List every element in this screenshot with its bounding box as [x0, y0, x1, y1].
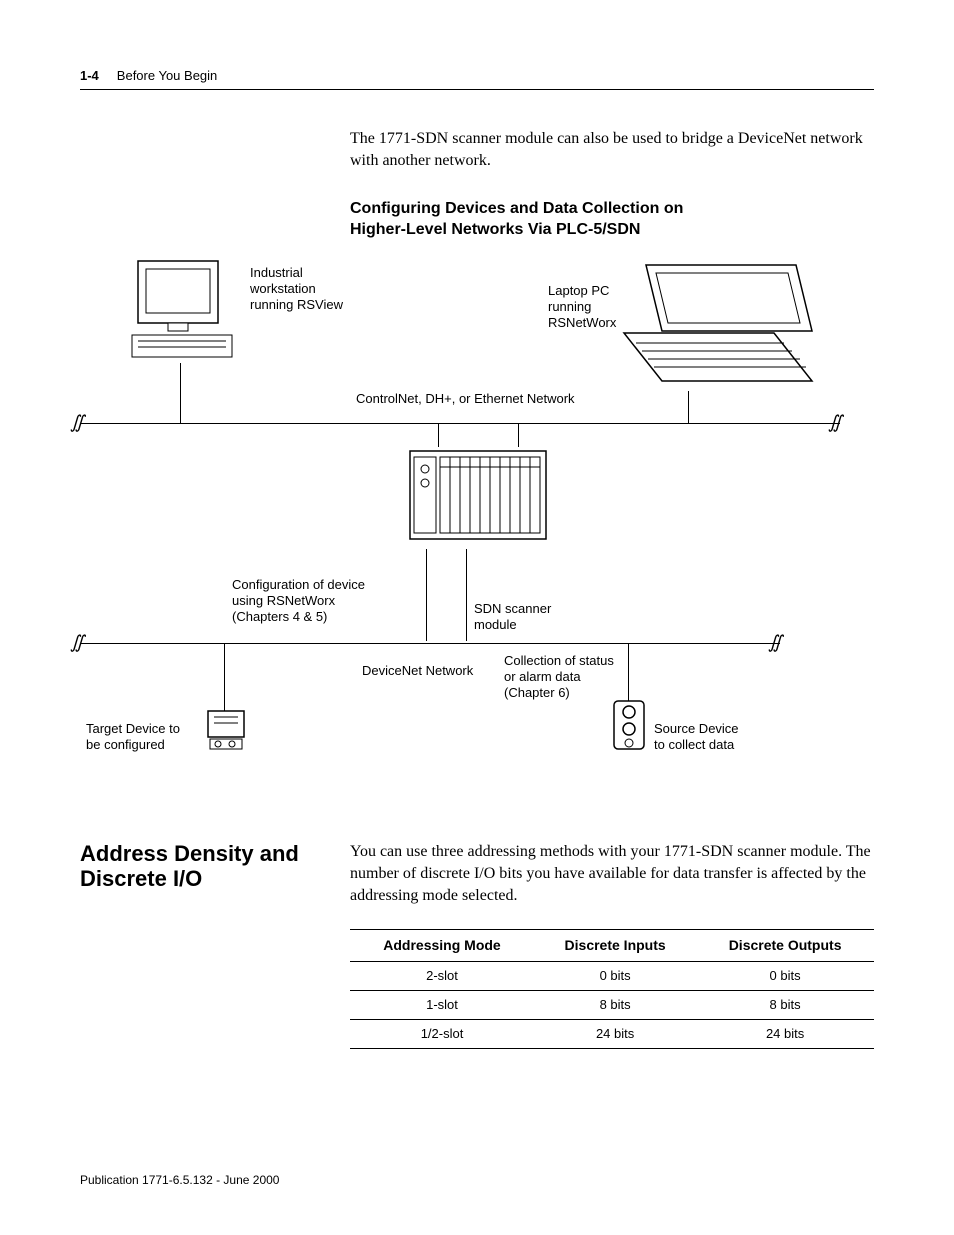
target-device-icon [206, 707, 246, 751]
running-header: 1-4 Before You Begin [80, 68, 874, 83]
laptop-icon [616, 261, 816, 391]
lower-network-label: DeviceNet Network [362, 663, 473, 679]
sdn-module-label: SDN scanner module [474, 601, 551, 634]
section-paragraph: You can use three addressing methods wit… [350, 841, 874, 907]
section-body: You can use three addressing methods wit… [350, 841, 874, 1049]
lower-network-line [80, 643, 780, 644]
drop-left [180, 363, 181, 423]
figure-title-line1: Configuring Devices and Data Collection … [350, 200, 683, 217]
th-mode: Addressing Mode [350, 930, 534, 962]
chapter-title: Before You Begin [117, 68, 217, 83]
upper-network-line [80, 423, 840, 424]
th-outputs: Discrete Outputs [696, 930, 874, 962]
plc-rack-icon [408, 445, 548, 550]
workstation-icon [128, 257, 238, 367]
intro-paragraph: The 1771-SDN scanner module can also be … [350, 128, 870, 171]
source-device-icon [612, 699, 646, 751]
source-device-label: Source Device to collect data [654, 721, 739, 754]
status-note-label: Collection of status or alarm data (Chap… [504, 653, 614, 702]
header-rule [80, 89, 874, 90]
addressing-table: Addressing Mode Discrete Inputs Discrete… [350, 929, 874, 1049]
section-address-density: Address Density and Discrete I/O You can… [80, 841, 874, 1049]
th-inputs: Discrete Inputs [534, 930, 696, 962]
workstation-label: Industrial workstation running RSView [250, 265, 343, 314]
drop-right [688, 391, 689, 423]
target-device-label: Target Device to be configured [86, 721, 180, 754]
table-header-row: Addressing Mode Discrete Inputs Discrete… [350, 930, 874, 962]
table-row: 2-slot 0 bits 0 bits [350, 962, 874, 991]
table-row: 1/2-slot 24 bits 24 bits [350, 1020, 874, 1049]
figure-title-line2: Higher-Level Networks Via PLC-5/SDN [350, 221, 640, 238]
laptop-label: Laptop PC running RSNetWorx [548, 283, 616, 332]
figure-title: Configuring Devices and Data Collection … [350, 199, 870, 241]
page-number: 1-4 [80, 68, 99, 83]
upper-network-label: ControlNet, DH+, or Ethernet Network [356, 391, 575, 407]
table-row: 1-slot 8 bits 8 bits [350, 991, 874, 1020]
network-diagram: Industrial workstation running RSView La… [68, 251, 886, 791]
page: 1-4 Before You Begin The 1771-SDN scanne… [0, 0, 954, 1235]
section-heading: Address Density and Discrete I/O [80, 841, 310, 1049]
publication-footer: Publication 1771-6.5.132 - June 2000 [80, 1173, 279, 1187]
config-note-label: Configuration of device using RSNetWorx … [232, 577, 365, 626]
